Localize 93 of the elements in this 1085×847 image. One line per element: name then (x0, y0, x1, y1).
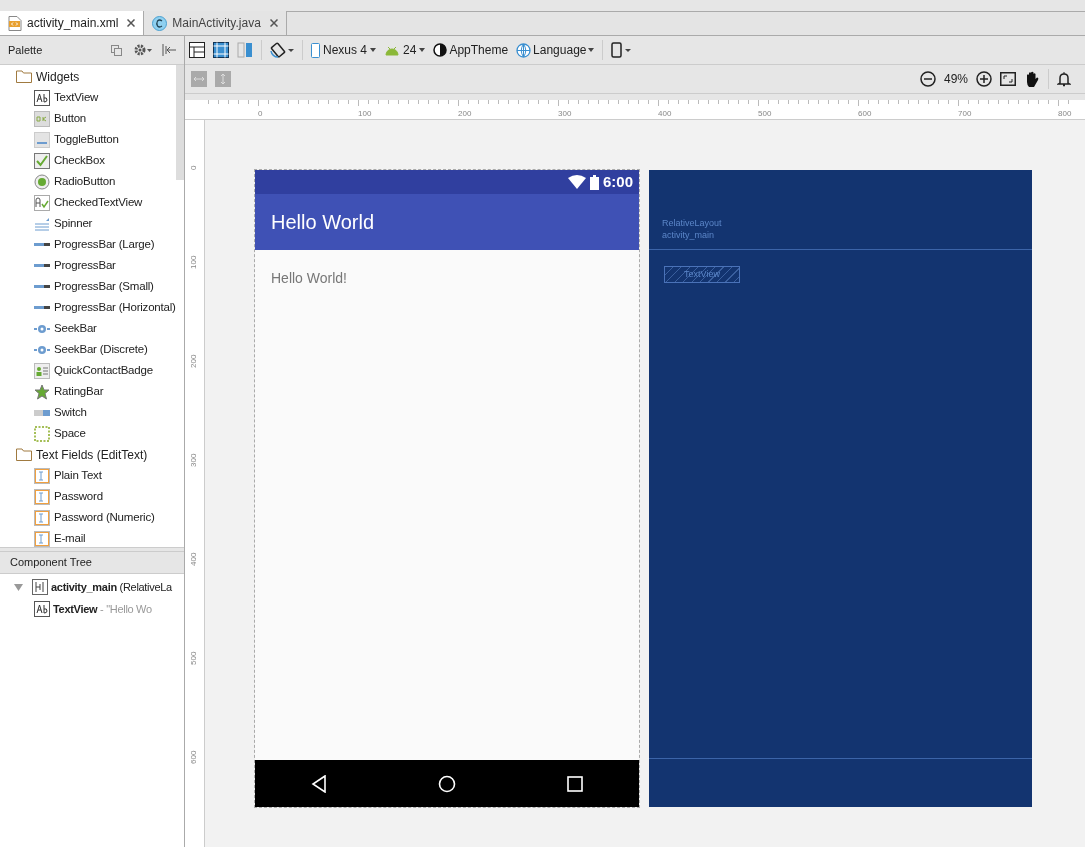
caret-icon (419, 48, 426, 52)
split-view-icon[interactable] (237, 42, 253, 58)
tree-item[interactable]: TextView - "Hello Wo (53, 600, 152, 618)
zoom-out-icon[interactable] (919, 71, 936, 87)
zoom-in-icon[interactable] (976, 71, 992, 87)
palette-header: Palette (0, 36, 184, 65)
api-level-menu[interactable]: 24 (384, 41, 426, 59)
component-tree-header: Component Tree (0, 552, 184, 574)
vertical-ruler: 0 100 200 300 400 500 600 (185, 120, 205, 847)
class-icon (152, 15, 168, 31)
palette-item[interactable]: E-mail (54, 529, 86, 548)
app-bar: Hello World (255, 194, 639, 250)
palette-item[interactable]: ProgressBar (Small) (54, 277, 154, 296)
caret-icon (588, 48, 595, 52)
progress-bar-icon (34, 285, 50, 288)
palette-group[interactable]: Text Fields (EditText) (36, 445, 148, 464)
text-view-icon (34, 601, 50, 617)
file-icon (8, 15, 22, 31)
caret-icon (370, 48, 377, 52)
palette-item[interactable]: RadioButton (54, 172, 116, 191)
progress-bar-icon (34, 243, 50, 246)
star-icon (34, 383, 50, 400)
theme-menu[interactable]: AppTheme (433, 41, 509, 59)
button-icon (34, 110, 50, 127)
home-icon[interactable] (438, 774, 456, 793)
radio-icon (34, 173, 50, 190)
folder-icon (16, 70, 32, 83)
contact-badge-icon (34, 362, 50, 379)
progress-bar-icon (34, 306, 50, 309)
palette-item[interactable]: CheckedTextView (54, 193, 143, 212)
edit-text-icon (34, 488, 50, 505)
design-view-icon[interactable] (189, 42, 205, 58)
text-view-icon (34, 89, 50, 106)
edit-text-icon (34, 467, 50, 484)
hand-icon[interactable] (1024, 70, 1040, 88)
palette-item[interactable]: QuickContactBadge (54, 361, 153, 380)
edit-text-icon (34, 530, 50, 547)
editor-tab[interactable]: MainActivity.java (144, 11, 287, 35)
palette-item[interactable]: RatingBar (54, 382, 104, 401)
palette-item[interactable]: Spinner (54, 214, 93, 233)
progress-bar-icon (34, 264, 50, 267)
palette-item[interactable]: ToggleButton (54, 130, 119, 149)
horizontal-ruler: 0 100 200 300 400 500 600 700 800 (205, 100, 1085, 120)
scrollbar[interactable] (175, 65, 184, 180)
palette-item[interactable]: Plain Text (54, 466, 102, 485)
phone-icon (311, 42, 320, 58)
blueprint-view-icon[interactable] (213, 42, 229, 58)
palette-group[interactable]: Widgets (36, 67, 80, 86)
back-icon[interactable] (310, 774, 327, 793)
zoom-level: 49% (943, 71, 968, 88)
palette-item[interactable]: ProgressBar (54, 256, 116, 275)
palette-item[interactable]: Button (54, 109, 87, 128)
palette-item[interactable]: Password (54, 487, 103, 506)
rotate-icon[interactable] (270, 42, 294, 58)
device-menu[interactable]: Nexus 4 (311, 41, 377, 59)
language-menu[interactable]: Language (516, 41, 595, 59)
layout-id-label: activity_main (662, 229, 716, 241)
globe-icon (516, 42, 532, 58)
notification-icon[interactable] (1057, 71, 1071, 87)
palette-item[interactable]: ProgressBar (Horizontal) (54, 298, 176, 317)
palette-item[interactable]: SeekBar (Discrete) (54, 340, 148, 359)
hello-text: Hello World! (271, 270, 347, 286)
palette-item[interactable]: SeekBar (54, 319, 97, 338)
settings-icon[interactable] (134, 44, 152, 56)
hide-panel-icon[interactable] (162, 44, 176, 56)
palette-item[interactable]: Space (54, 424, 86, 443)
android-icon (384, 44, 401, 56)
folder-icon (16, 448, 32, 461)
copy-icon[interactable] (111, 44, 122, 56)
palette-item[interactable]: CheckBox (54, 151, 105, 170)
layout-icon (32, 579, 48, 595)
fit-screen-icon[interactable] (1000, 72, 1016, 86)
phone-icon[interactable] (611, 42, 632, 58)
expanded-arrow-icon[interactable] (14, 582, 23, 592)
space-icon (34, 425, 50, 442)
tree-item[interactable]: activity_main (RelativeLa (51, 578, 172, 596)
edit-text-icon (34, 509, 50, 526)
toggle-icon (34, 131, 50, 148)
editor-tab[interactable]: activity_main.xml (0, 11, 145, 35)
battery-icon (589, 174, 599, 190)
contrast-icon (433, 43, 448, 57)
checked-text-icon (34, 194, 50, 211)
close-icon[interactable] (127, 19, 136, 27)
layout-type-label: RelativeLayout (662, 217, 723, 229)
palette-item[interactable]: Password (Numeric) (54, 508, 155, 527)
recents-icon[interactable] (567, 775, 584, 792)
palette-item[interactable]: ProgressBar (Large) (54, 235, 155, 254)
checkbox-icon (34, 152, 50, 169)
clock-text: 6:00 (602, 171, 633, 192)
palette-item[interactable]: Switch (54, 403, 87, 422)
palette-item[interactable]: TextView (54, 88, 99, 107)
wifi-icon (567, 175, 586, 189)
close-icon[interactable] (269, 19, 278, 27)
